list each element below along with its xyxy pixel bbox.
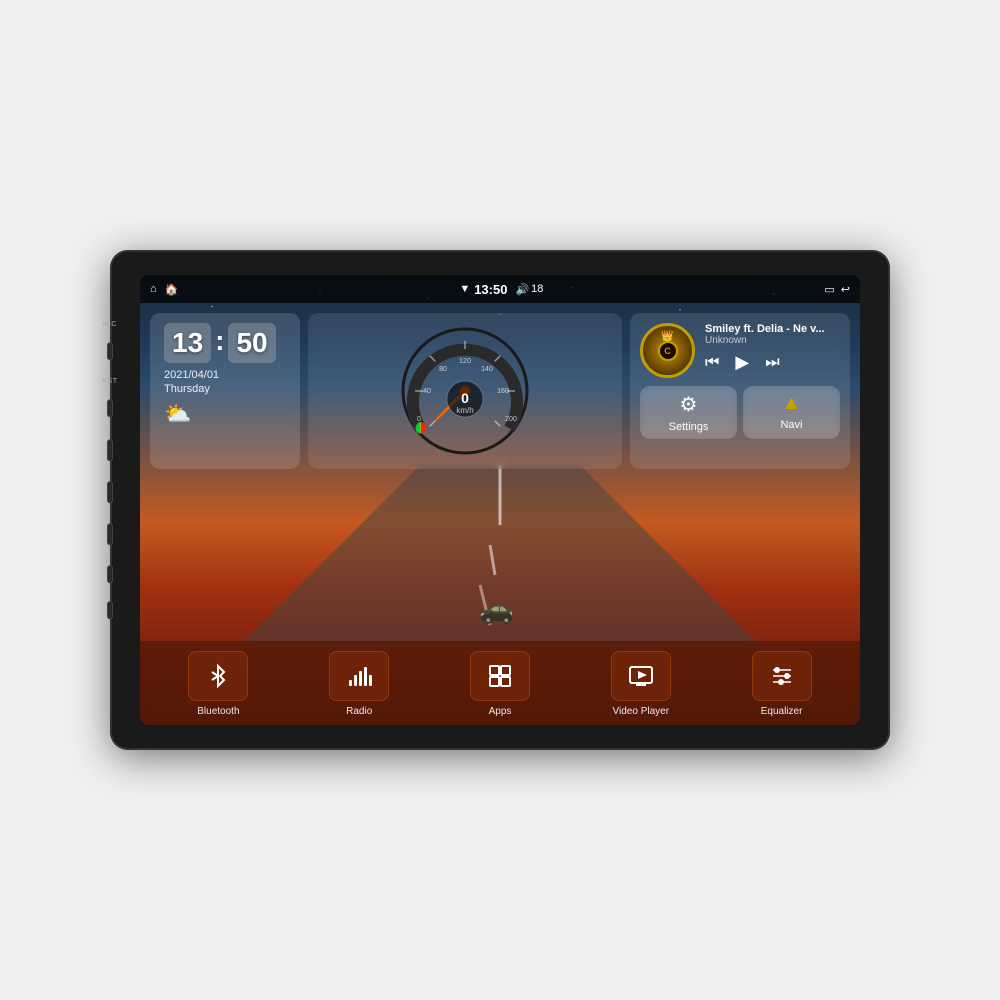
apps-label: Apps	[489, 706, 512, 717]
status-bar: ⌂ 🏠 ▼ 13:50 🔊 18 ▭ ↩	[140, 275, 860, 303]
music-info: Smiley ft. Delia - Ne v... Unknown ⏮ ▶ ⏭	[705, 323, 840, 373]
equalizer-icon-box	[752, 651, 812, 701]
clock-hour: 13	[164, 323, 211, 363]
equalizer-menu-item[interactable]: Equalizer	[711, 651, 852, 717]
power-button[interactable]	[107, 439, 113, 461]
gauge-fill	[420, 427, 421, 429]
next-button[interactable]: ⏭	[765, 354, 779, 372]
clock-date: 2021/04/01	[164, 369, 286, 381]
rst-button[interactable]	[107, 399, 113, 417]
mic-button[interactable]	[107, 342, 113, 360]
svg-text:120: 120	[459, 358, 471, 365]
back-side-button[interactable]	[107, 523, 113, 545]
navi-icon: ▲	[782, 392, 802, 415]
prev-button[interactable]: ⏮	[705, 354, 719, 372]
video-player-icon-box	[611, 651, 671, 701]
music-controls: ⏮ ▶ ⏭	[705, 352, 840, 373]
svg-text:80: 80	[439, 366, 447, 373]
settings-button[interactable]: ⚙ Settings	[640, 386, 737, 439]
radio-icon-box	[329, 651, 389, 701]
music-title: Smiley ft. Delia - Ne v...	[705, 323, 840, 335]
equalizer-icon	[768, 662, 796, 690]
rst-label: RST	[102, 378, 118, 385]
svg-text:200: 200	[505, 416, 517, 423]
speed-unit: km/h	[456, 406, 473, 415]
battery-icon: ▭	[824, 283, 834, 296]
clock-day: Thursday	[164, 383, 286, 395]
side-button-panel: MIC RST	[102, 321, 118, 619]
apps-icon	[486, 662, 514, 690]
android-home-icon: 🏠	[165, 283, 179, 296]
bottom-menu: Bluetooth Radio	[140, 641, 860, 725]
speed-value: 0	[461, 390, 469, 406]
home-icon: ⌂	[150, 283, 157, 295]
settings-icon: ⚙	[680, 392, 698, 417]
car-head-unit: MIC RST	[110, 250, 890, 750]
screen: 🚗 ⌂ 🏠 ▼ 13:50 🔊 18 ▭ ↩	[140, 275, 860, 725]
wifi-icon: ▼	[459, 283, 470, 295]
settings-label: Settings	[669, 421, 709, 433]
volume-level: 18	[531, 283, 543, 295]
video-player-label: Video Player	[613, 706, 670, 717]
bluetooth-icon-box	[188, 651, 248, 701]
music-artist: Unknown	[705, 335, 840, 346]
album-art: 👑 C	[640, 323, 695, 378]
home-side-button[interactable]	[107, 481, 113, 503]
svg-text:140: 140	[481, 366, 493, 373]
bluetooth-label: Bluetooth	[197, 706, 239, 717]
speedometer-svg: 0 40 80 120 140 160 200	[395, 321, 535, 461]
svg-text:160: 160	[497, 388, 509, 395]
weather-icon: ⛅	[164, 401, 286, 427]
speedometer-widget: 0 40 80 120 140 160 200	[308, 313, 622, 469]
mic-label: MIC	[103, 321, 117, 328]
navi-button[interactable]: ▲ Navi	[743, 386, 840, 439]
clock-separator: :	[215, 323, 224, 363]
svg-text:40: 40	[423, 388, 431, 395]
album-art-inner: C	[658, 341, 678, 361]
navi-label: Navi	[780, 419, 802, 431]
radio-menu-item[interactable]: Radio	[289, 651, 430, 717]
top-widgets-row: 13 : 50 2021/04/01 Thursday ⛅	[140, 303, 860, 474]
svg-text:0: 0	[417, 416, 421, 423]
radio-label: Radio	[346, 706, 372, 717]
clock-minute: 50	[228, 323, 275, 363]
radio-icon	[345, 662, 373, 690]
apps-menu-item[interactable]: Apps	[430, 651, 571, 717]
clock-widget: 13 : 50 2021/04/01 Thursday ⛅	[150, 313, 300, 469]
volume-icon: 🔊	[515, 283, 529, 296]
status-time: 13:50	[474, 282, 507, 297]
main-content: 13 : 50 2021/04/01 Thursday ⛅	[140, 303, 860, 725]
video-player-menu-item[interactable]: Video Player	[570, 651, 711, 717]
equalizer-label: Equalizer	[761, 706, 803, 717]
vol-down-button[interactable]	[107, 601, 113, 619]
bluetooth-menu-item[interactable]: Bluetooth	[148, 651, 289, 717]
play-button[interactable]: ▶	[735, 352, 749, 373]
bluetooth-icon	[204, 662, 232, 690]
apps-icon-box	[470, 651, 530, 701]
music-widget: 👑 C Smiley ft. Delia - Ne v... Unknown ⏮…	[630, 313, 850, 469]
back-icon[interactable]: ↩	[841, 283, 850, 296]
vol-up-button[interactable]	[107, 565, 113, 583]
video-player-icon	[627, 662, 655, 690]
